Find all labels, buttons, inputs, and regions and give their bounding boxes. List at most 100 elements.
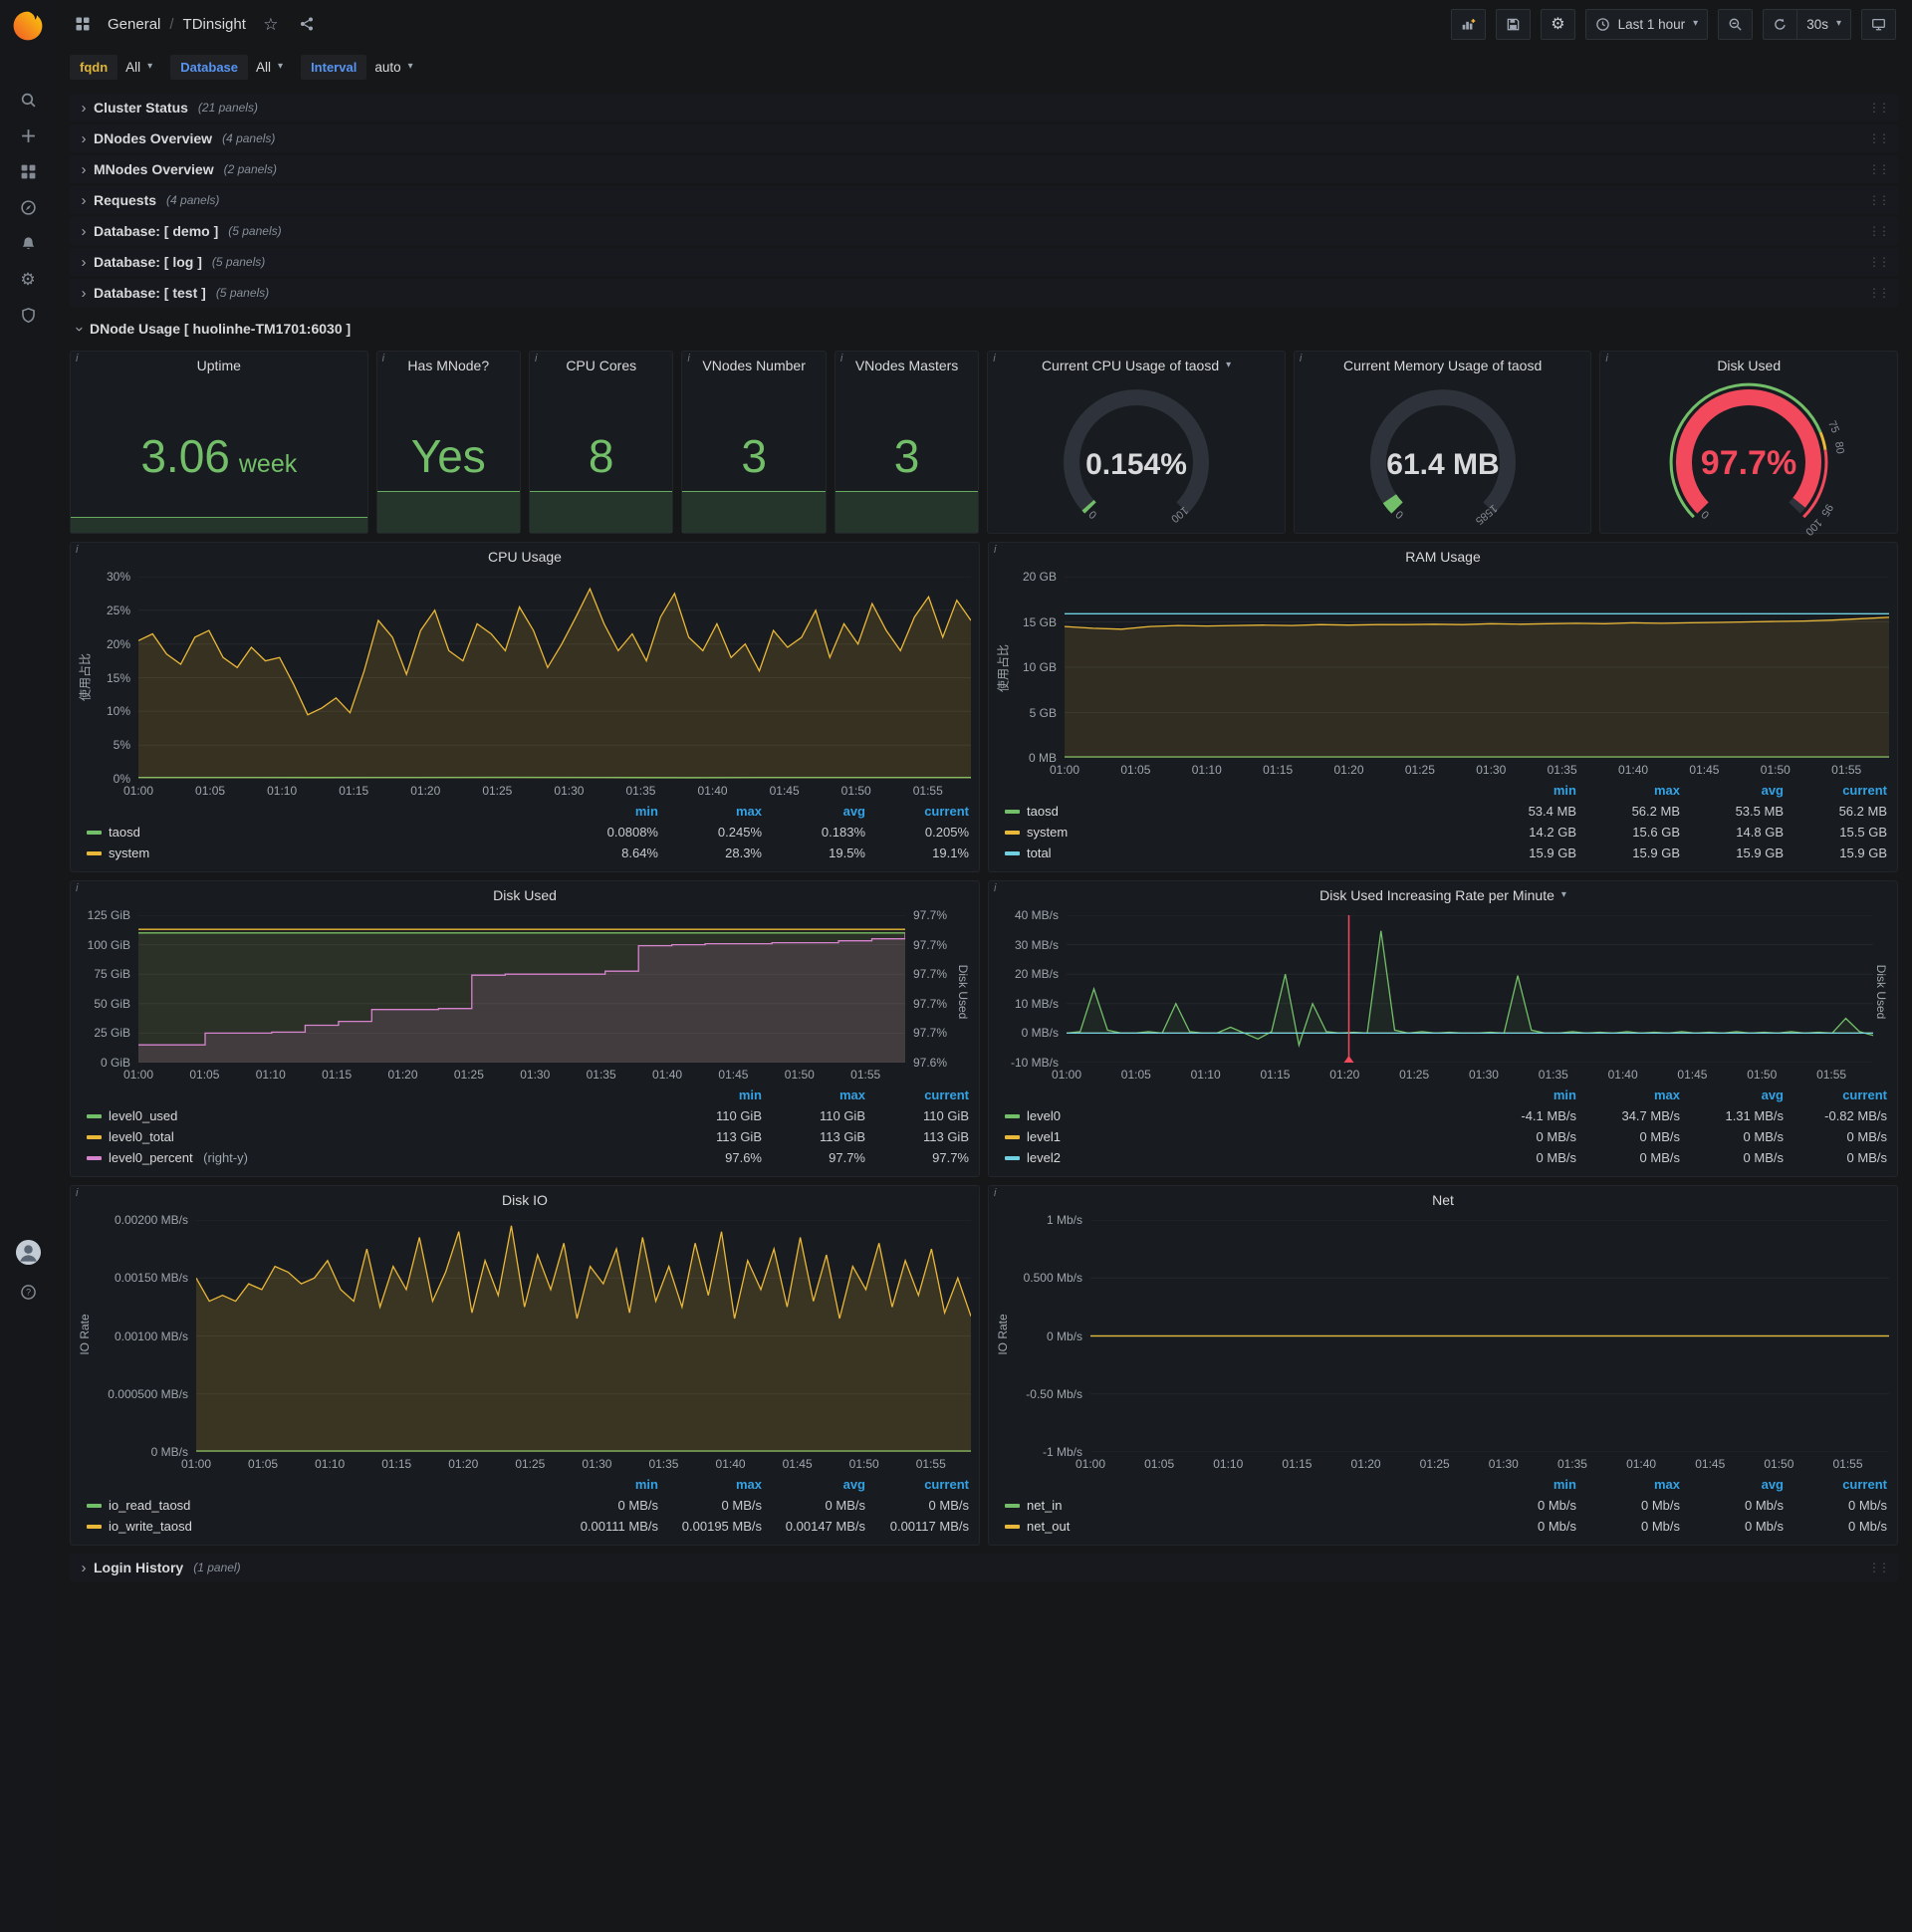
legend-header[interactable]: avg — [762, 1477, 865, 1492]
legend-header[interactable]: max — [658, 804, 762, 819]
panel-title[interactable]: Current Memory Usage of taosd — [1295, 352, 1591, 379]
legend-series-name[interactable]: level1 — [1005, 1129, 1473, 1144]
legend-header[interactable]: avg — [1680, 1477, 1784, 1492]
refresh-interval-dropdown[interactable]: 30s ▾ — [1796, 8, 1851, 40]
panel-title[interactable]: VNodes Masters — [836, 352, 978, 379]
legend-header[interactable]: min — [1473, 1477, 1576, 1492]
legend-series-name[interactable]: system — [87, 845, 555, 860]
dashboard-row-header[interactable]: › Database: [ test ] (5 panels) ⋮⋮ — [70, 279, 1898, 307]
dashboard-row-header[interactable]: › Database: [ log ] (5 panels) ⋮⋮ — [70, 248, 1898, 276]
chart-plot-area[interactable] — [1067, 915, 1873, 1063]
legend-series-name[interactable]: net_out — [1005, 1519, 1473, 1534]
legend-series-name[interactable]: io_write_taosd — [87, 1519, 555, 1534]
dashboard-row-header[interactable]: › MNodes Overview (2 panels) ⋮⋮ — [70, 155, 1898, 183]
grafana-logo[interactable] — [10, 8, 46, 44]
panel-title[interactable]: Disk IO — [71, 1186, 979, 1214]
panel-title[interactable]: CPU Usage — [71, 543, 979, 571]
dashboard-row-header[interactable]: › Database: [ demo ] (5 panels) ⋮⋮ — [70, 217, 1898, 245]
dashboard-row-header[interactable]: › Login History (1 panel) ⋮⋮ — [70, 1554, 1898, 1581]
dashboard-row-header[interactable]: › DNodes Overview (4 panels) ⋮⋮ — [70, 124, 1898, 152]
legend-header[interactable]: current — [1784, 1477, 1887, 1492]
create-plus-icon[interactable] — [10, 121, 46, 149]
variable-value-dropdown[interactable]: All ▾ — [125, 60, 152, 75]
configuration-gear-icon[interactable]: ⚙ — [10, 265, 46, 293]
row-drag-handle[interactable]: ⋮⋮ — [1868, 1561, 1890, 1574]
breadcrumb-section[interactable]: General — [108, 16, 160, 33]
star-icon[interactable]: ☆ — [256, 9, 286, 39]
legend-header[interactable]: avg — [762, 804, 865, 819]
legend-series-name[interactable]: level0 — [1005, 1108, 1473, 1123]
refresh-button[interactable] — [1763, 8, 1797, 40]
legend-series-name[interactable]: total — [1005, 845, 1473, 860]
dashboard-row-expanded[interactable]: › DNode Usage [ huolinhe-TM1701:6030 ] — [70, 315, 1898, 343]
legend-header[interactable]: current — [1784, 1087, 1887, 1102]
legend-header[interactable]: min — [1473, 1087, 1576, 1102]
legend-series-name[interactable]: system — [1005, 825, 1473, 840]
legend-header[interactable]: max — [1576, 1087, 1680, 1102]
dashboard-grid-icon[interactable] — [68, 9, 98, 39]
legend-series-name[interactable]: level2 — [1005, 1150, 1473, 1165]
row-drag-handle[interactable]: ⋮⋮ — [1868, 101, 1890, 115]
legend-series-name[interactable]: taosd — [87, 825, 555, 840]
add-panel-button[interactable] — [1451, 8, 1487, 40]
panel-title[interactable]: RAM Usage — [989, 543, 1897, 571]
server-admin-shield-icon[interactable] — [10, 301, 46, 329]
legend-header[interactable]: current — [865, 804, 969, 819]
legend-series-name[interactable]: taosd — [1005, 804, 1473, 819]
legend-header[interactable]: min — [555, 804, 658, 819]
panel-title[interactable]: Uptime — [71, 352, 367, 379]
panel-title[interactable]: VNodes Number — [682, 352, 825, 379]
alerting-bell-icon[interactable] — [10, 229, 46, 257]
dashboard-settings-button[interactable]: ⚙ — [1541, 8, 1575, 40]
row-drag-handle[interactable]: ⋮⋮ — [1868, 224, 1890, 238]
variable-value-dropdown[interactable]: All ▾ — [256, 60, 283, 75]
chart-plot-area[interactable] — [196, 1220, 971, 1452]
chart-plot-area[interactable] — [138, 577, 971, 779]
legend-series-name[interactable]: level0_total — [87, 1129, 658, 1144]
chart-plot-area[interactable] — [1065, 577, 1889, 758]
legend-header[interactable]: current — [865, 1087, 969, 1102]
legend-series-name[interactable]: net_in — [1005, 1498, 1473, 1513]
chart-plot-area[interactable] — [1090, 1220, 1889, 1452]
legend-series-name[interactable]: level0_percent (right-y) — [87, 1150, 658, 1165]
explore-compass-icon[interactable] — [10, 193, 46, 221]
panel-title[interactable]: CPU Cores — [530, 352, 672, 379]
dashboard-row-header[interactable]: › Cluster Status (21 panels) ⋮⋮ — [70, 94, 1898, 121]
search-icon[interactable] — [10, 86, 46, 114]
variable-value-dropdown[interactable]: auto ▾ — [374, 60, 412, 75]
legend-header[interactable]: min — [1473, 783, 1576, 798]
legend-header[interactable]: current — [1784, 783, 1887, 798]
help-icon[interactable]: ? — [10, 1278, 46, 1306]
legend-header[interactable]: min — [555, 1477, 658, 1492]
time-range-picker[interactable]: Last 1 hour ▾ — [1584, 8, 1709, 40]
legend-header[interactable]: max — [658, 1477, 762, 1492]
panel-title[interactable]: Disk Used — [71, 881, 979, 909]
share-icon[interactable] — [292, 9, 322, 39]
save-dashboard-button[interactable] — [1496, 8, 1532, 40]
panel-title[interactable]: Net — [989, 1186, 1897, 1214]
panel-title[interactable]: Has MNode? — [377, 352, 520, 379]
breadcrumb-title[interactable]: TDinsight — [183, 16, 246, 33]
user-avatar[interactable] — [15, 1239, 42, 1266]
legend-header[interactable]: current — [865, 1477, 969, 1492]
zoom-out-button[interactable] — [1718, 8, 1754, 40]
row-drag-handle[interactable]: ⋮⋮ — [1868, 286, 1890, 300]
legend-header[interactable]: avg — [1680, 1087, 1784, 1102]
panel-title[interactable]: Disk Used — [1600, 352, 1897, 379]
row-drag-handle[interactable]: ⋮⋮ — [1868, 162, 1890, 176]
legend-header[interactable]: max — [762, 1087, 865, 1102]
legend-series-name[interactable]: io_read_taosd — [87, 1498, 555, 1513]
row-drag-handle[interactable]: ⋮⋮ — [1868, 255, 1890, 269]
panel-title[interactable]: Current CPU Usage of taosd ▾ — [988, 352, 1285, 379]
cycle-view-button[interactable] — [1861, 8, 1896, 40]
dashboards-icon[interactable] — [10, 157, 46, 185]
legend-header[interactable]: avg — [1680, 783, 1784, 798]
panel-title[interactable]: Disk Used Increasing Rate per Minute ▾ — [989, 881, 1897, 909]
legend-header[interactable]: max — [1576, 1477, 1680, 1492]
chart-plot-area[interactable] — [138, 915, 905, 1063]
legend-series-name[interactable]: level0_used — [87, 1108, 658, 1123]
row-drag-handle[interactable]: ⋮⋮ — [1868, 193, 1890, 207]
dashboard-row-header[interactable]: › Requests (4 panels) ⋮⋮ — [70, 186, 1898, 214]
legend-header[interactable]: min — [658, 1087, 762, 1102]
row-drag-handle[interactable]: ⋮⋮ — [1868, 131, 1890, 145]
